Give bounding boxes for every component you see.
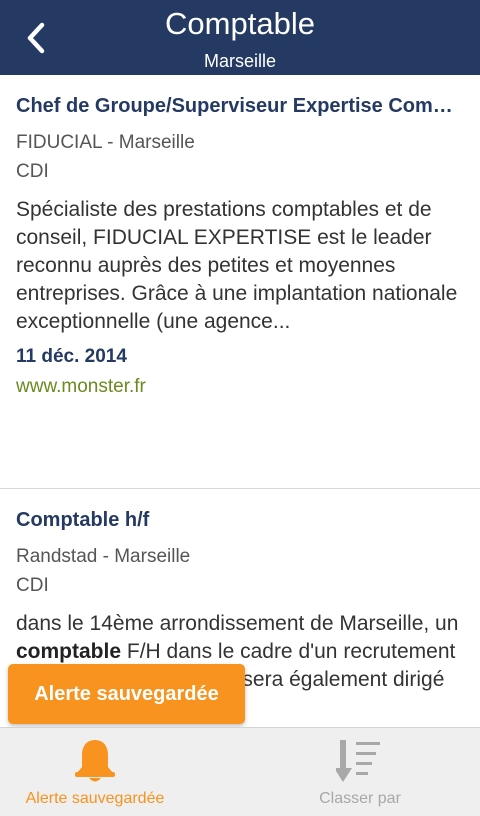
job-description-keyword: comptable — [16, 640, 122, 663]
job-title[interactable]: Chef de Groupe/Superviseur Expertise Com… — [16, 93, 464, 119]
bell-icon — [75, 740, 115, 782]
job-contract: CDI — [16, 161, 49, 182]
saved-alert-toast: Alerte sauvegardée — [8, 664, 245, 724]
tab-icon-wrap — [0, 738, 215, 784]
page-subtitle: Marseille — [203, 51, 277, 71]
bottom-bar: Alerte sauvegardée Classer par — [0, 727, 480, 816]
job-card[interactable]: Chef de Groupe/Superviseur Expertise Com… — [0, 93, 480, 398]
tab-label: Classer par — [319, 790, 401, 807]
job-list[interactable]: Chef de Groupe/Superviseur Expertise Com… — [0, 75, 480, 727]
tab-label: Alerte sauvegardée — [25, 790, 165, 807]
job-date: 11 déc. 2014 — [16, 346, 127, 367]
tab-sort-by[interactable]: Classer par — [240, 728, 480, 816]
divider — [0, 488, 480, 489]
job-company: Randstad - Marseille — [16, 546, 191, 567]
job-contract: CDI — [16, 575, 49, 596]
job-description-text: dans le 14ème arrondissement de Marseill… — [16, 612, 459, 635]
job-source-link[interactable]: www.monster.fr — [16, 376, 464, 398]
tab-icon-wrap — [240, 738, 480, 786]
job-title[interactable]: Comptable h/f — [16, 507, 464, 533]
page-title: Comptable — [165, 6, 315, 41]
job-description: Spécialiste des prestations comptables e… — [16, 198, 458, 333]
tab-saved-alert[interactable]: Alerte sauvegardée — [0, 728, 240, 816]
sort-icon — [336, 740, 380, 782]
job-company: FIDUCIAL - Marseille — [16, 132, 195, 153]
top-bar: Comptable Marseille — [0, 0, 480, 75]
